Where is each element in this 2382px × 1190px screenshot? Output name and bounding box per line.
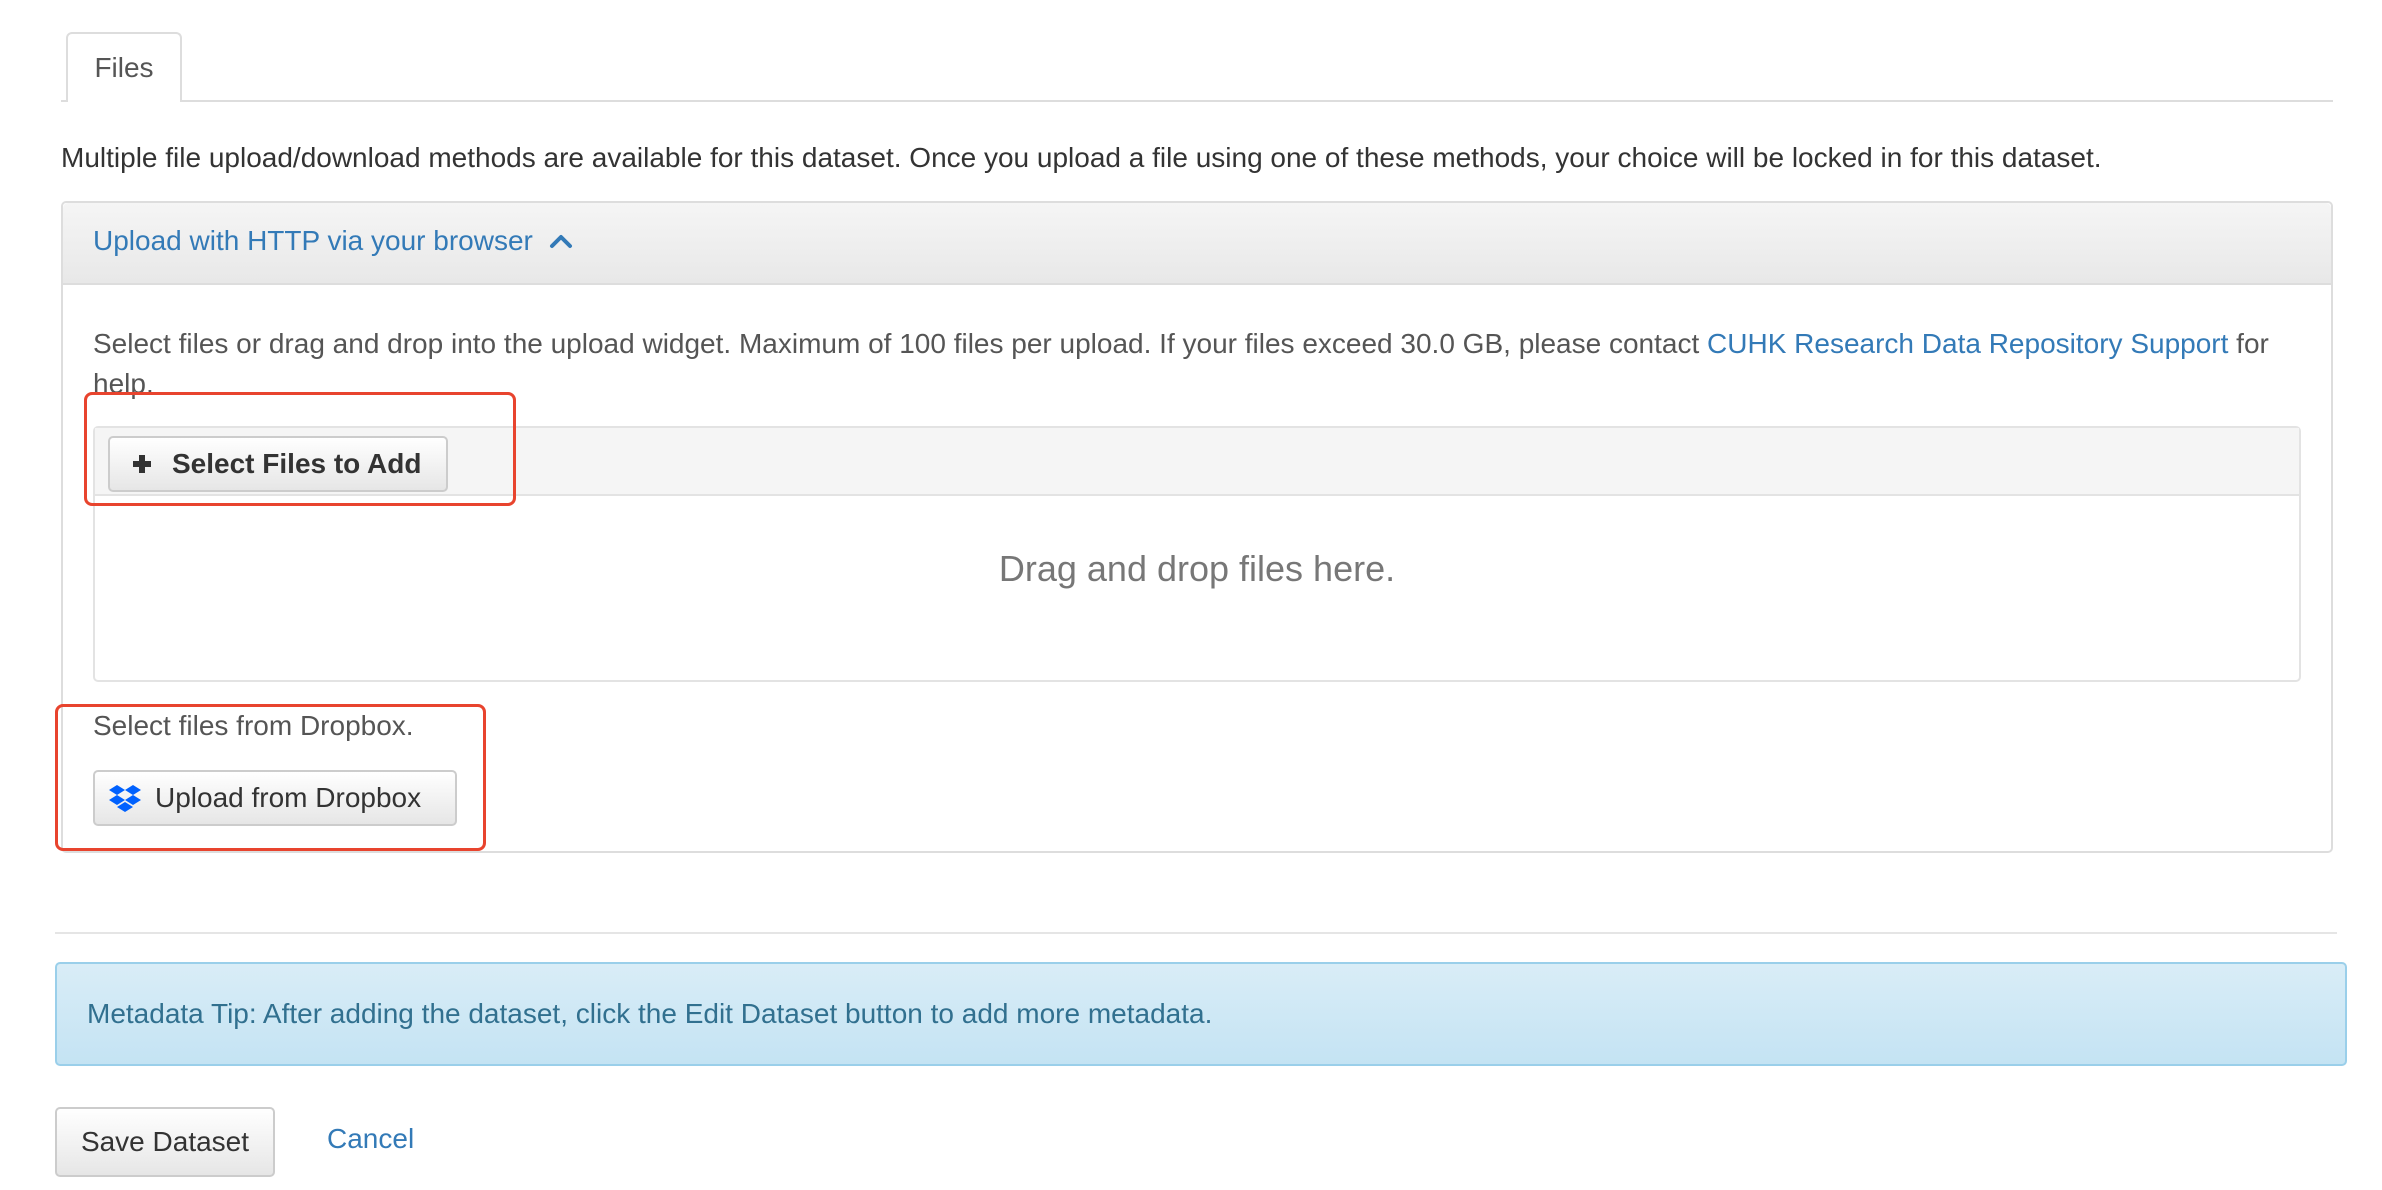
help-text-before: Select files or drag and drop into the u… [93, 328, 1708, 359]
save-dataset-label: Save Dataset [80, 1126, 250, 1157]
metadata-tip-text: Metadata Tip: After adding the dataset, … [87, 998, 1213, 1029]
panel-heading: Upload with HTTP via your browser [63, 203, 2331, 285]
highlight-dropbox [55, 704, 486, 851]
tab-files-label: Files [94, 52, 154, 83]
tab-files[interactable]: Files [66, 32, 182, 102]
section-divider [55, 932, 2337, 934]
metadata-tip-alert: Metadata Tip: After adding the dataset, … [55, 962, 2347, 1066]
tabs-divider [61, 100, 2333, 102]
chevron-up-icon [549, 235, 572, 248]
highlight-select-files [84, 392, 516, 506]
drop-zone-text: Drag and drop files here. [998, 548, 1396, 589]
intro-text: Multiple file upload/download methods ar… [61, 142, 2102, 173]
save-dataset-button[interactable]: Save Dataset [55, 1107, 275, 1177]
http-upload-toggle[interactable]: Upload with HTTP via your browser [93, 225, 575, 257]
panel-heading-label: Upload with HTTP via your browser [93, 225, 533, 256]
support-link[interactable]: CUHK Research Data Repository Support [1707, 328, 2228, 359]
cancel-link[interactable]: Cancel [327, 1123, 414, 1155]
